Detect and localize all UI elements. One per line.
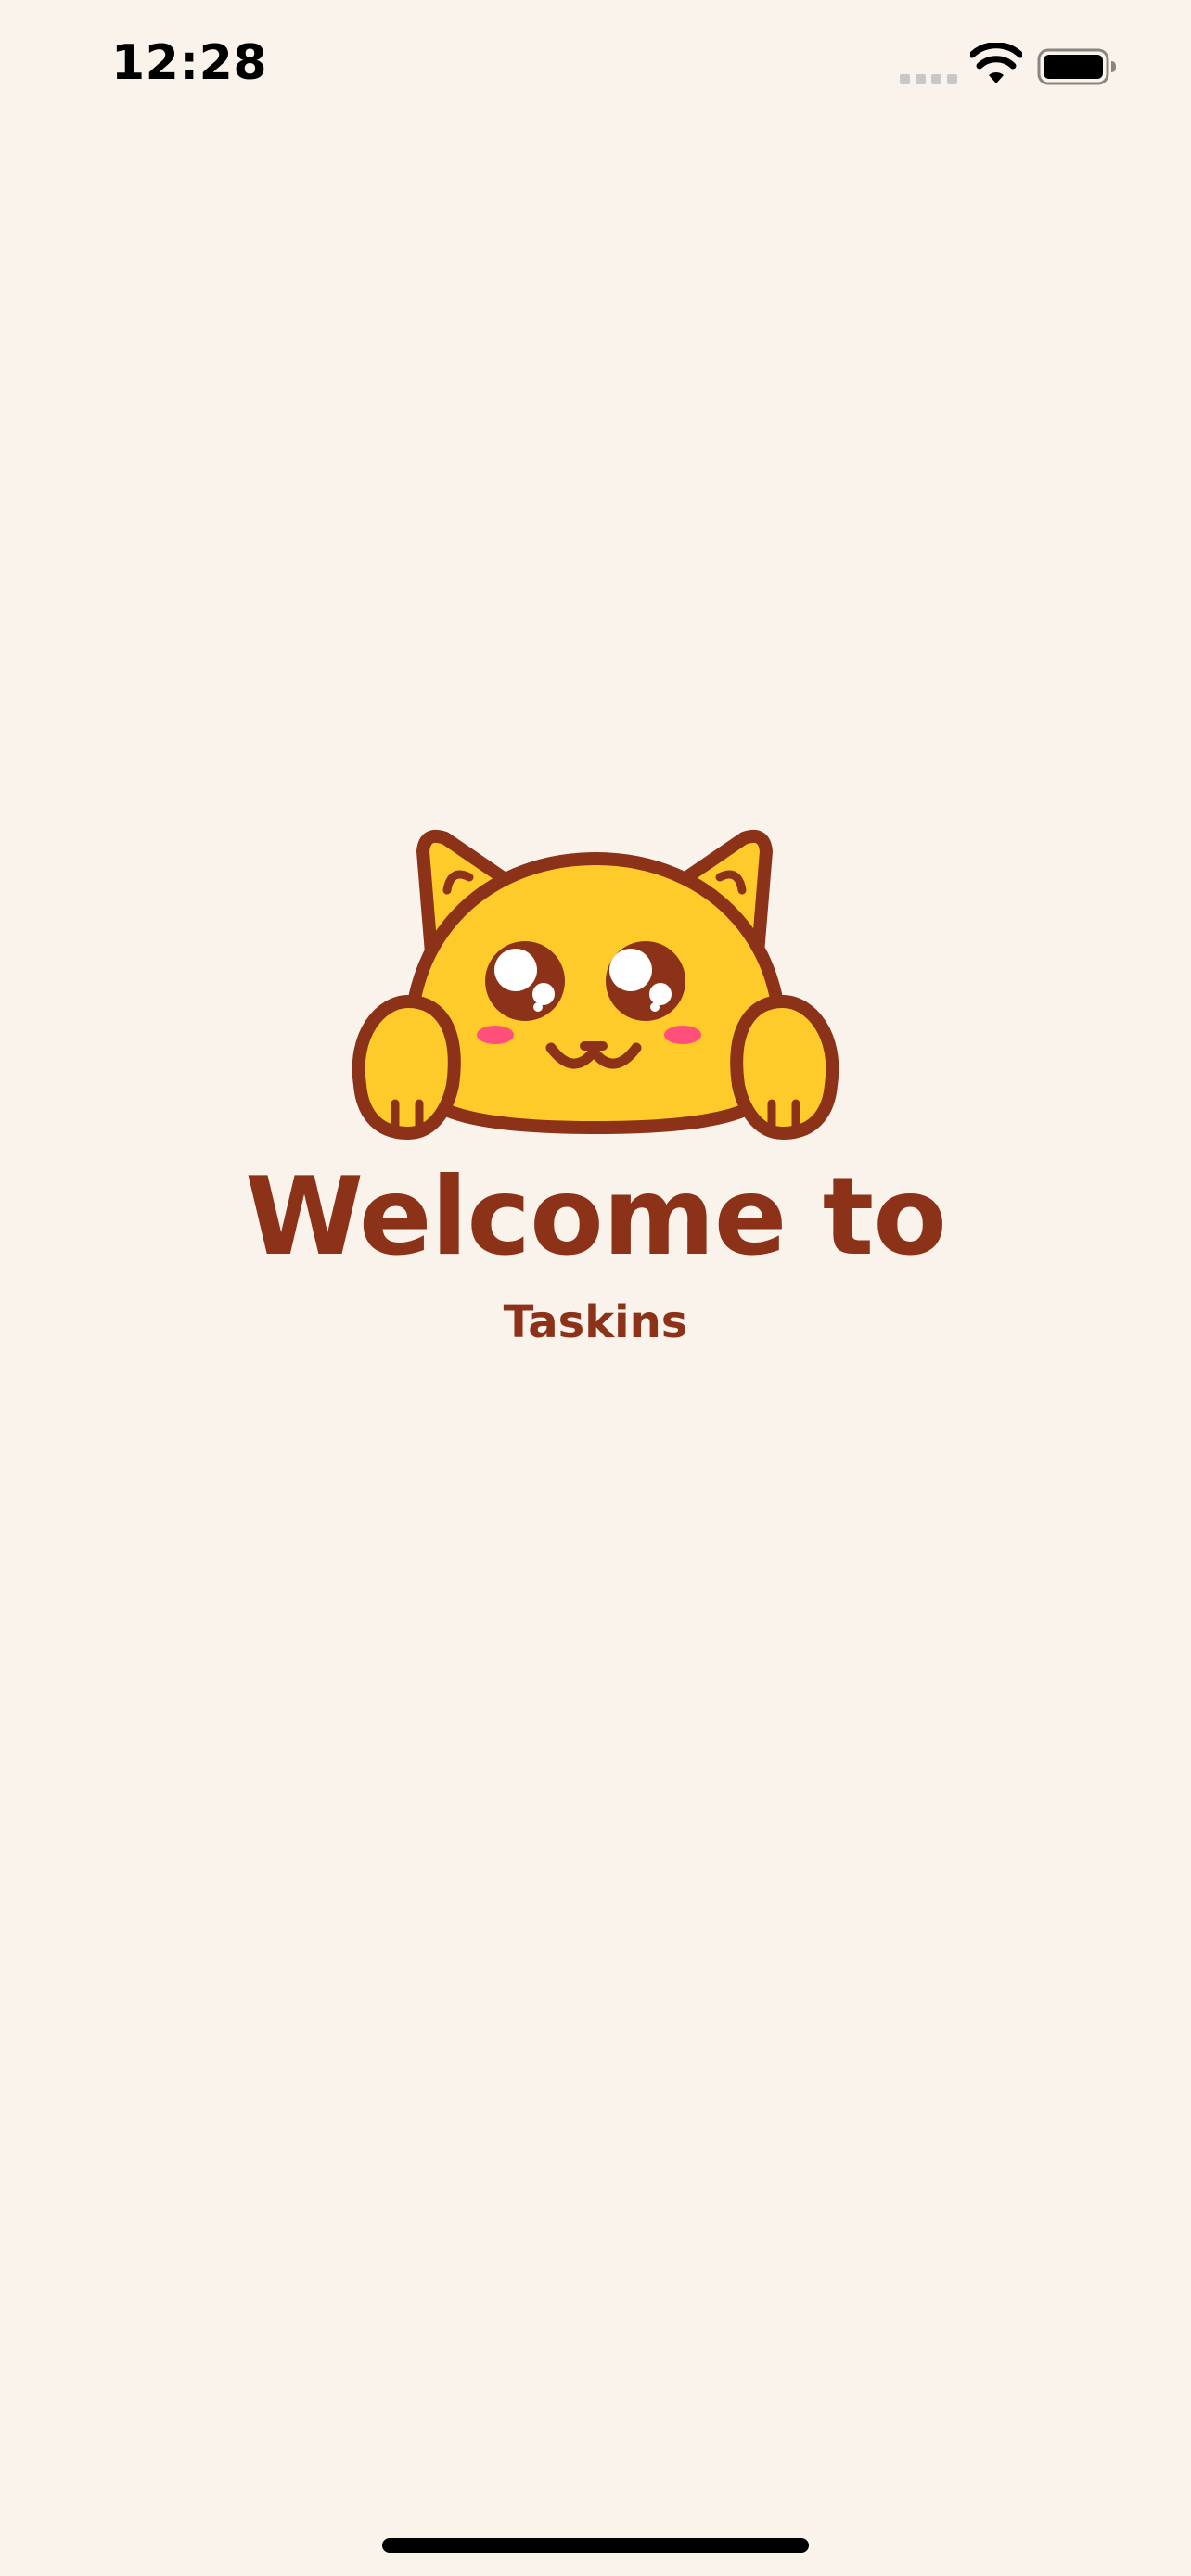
cat-mascot-icon xyxy=(352,829,839,1141)
status-bar: 12:28 xyxy=(0,0,1191,130)
home-indicator[interactable] xyxy=(382,2538,809,2553)
welcome-title: Welcome to xyxy=(245,1154,947,1280)
app-name: Taskins xyxy=(503,1296,688,1348)
battery-icon xyxy=(1037,48,1116,85)
cellular-signal-icon xyxy=(900,74,957,84)
wifi-icon xyxy=(970,43,1022,83)
status-time: 12:28 xyxy=(111,35,268,91)
